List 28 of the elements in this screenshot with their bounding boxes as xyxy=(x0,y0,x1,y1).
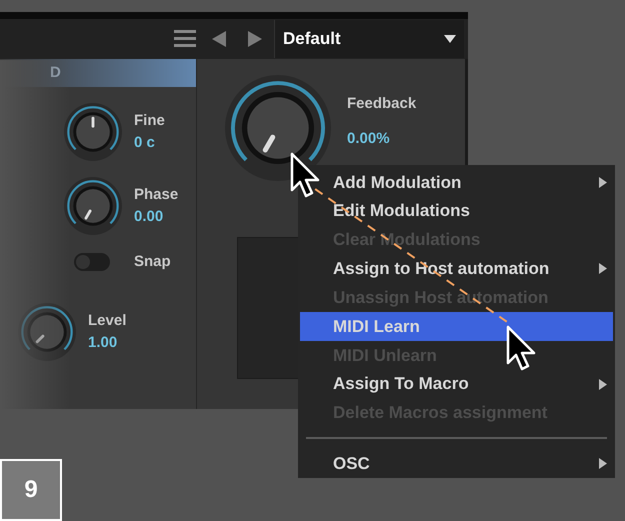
knob-value: 1.00 xyxy=(88,333,118,353)
knob-value: 0.00% xyxy=(347,128,391,148)
menu-item[interactable]: MIDI Learn xyxy=(300,312,613,341)
next-icon[interactable] xyxy=(248,31,262,47)
feedback-knob[interactable] xyxy=(223,73,333,183)
dropdown-caret-icon xyxy=(444,35,456,43)
cursor-icon xyxy=(506,325,536,371)
menu-item[interactable]: OSC xyxy=(300,449,613,478)
section-title: D xyxy=(50,62,61,83)
knob-label: Phase xyxy=(134,184,178,204)
menu-icon[interactable] xyxy=(174,30,196,48)
toggle-label: Snap xyxy=(134,252,171,272)
menu-item[interactable]: Assign To Macro xyxy=(300,370,613,398)
knob[interactable] xyxy=(62,101,124,163)
knob-label: Level xyxy=(88,310,126,330)
previous-icon[interactable] xyxy=(212,31,226,47)
knob-label: Feedback xyxy=(347,94,416,114)
menu-item[interactable]: Edit Modulations xyxy=(300,196,613,226)
preset-dropdown[interactable]: Default xyxy=(274,20,464,58)
preset-name: Default xyxy=(283,28,341,50)
cursor-icon xyxy=(290,152,320,198)
knob-value: 0 c xyxy=(134,133,156,153)
menu-item[interactable]: Assign to Host automation xyxy=(300,254,613,284)
toggle-switch[interactable] xyxy=(74,253,110,271)
knob-label: Fine xyxy=(134,110,165,130)
knob[interactable] xyxy=(62,175,124,237)
step-badge: 9 xyxy=(0,459,62,521)
knob-value: 0.00 xyxy=(134,207,164,227)
